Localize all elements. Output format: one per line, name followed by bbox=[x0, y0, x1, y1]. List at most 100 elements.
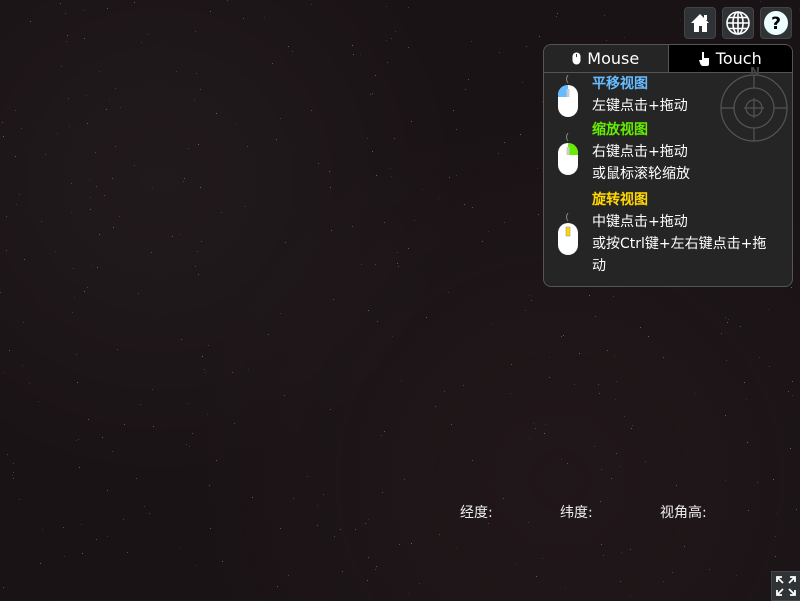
star bbox=[393, 137, 395, 139]
star bbox=[619, 580, 621, 582]
star bbox=[740, 326, 742, 328]
star bbox=[365, 523, 366, 525]
star bbox=[487, 523, 489, 525]
star bbox=[672, 572, 674, 574]
star bbox=[205, 371, 207, 373]
star bbox=[472, 207, 474, 209]
star bbox=[404, 479, 406, 481]
star bbox=[615, 398, 617, 400]
star bbox=[2, 587, 4, 589]
star bbox=[215, 112, 217, 114]
star bbox=[84, 37, 86, 39]
star bbox=[40, 563, 42, 565]
pan-instruction: 左键点击+拖动 bbox=[592, 98, 688, 114]
fullscreen-button[interactable] bbox=[771, 571, 800, 601]
star bbox=[438, 533, 440, 535]
star bbox=[75, 353, 77, 355]
star bbox=[63, 555, 65, 557]
star bbox=[306, 476, 308, 478]
star bbox=[601, 543, 603, 545]
star bbox=[199, 186, 201, 188]
star bbox=[264, 16, 266, 18]
compass-icon bbox=[720, 74, 788, 142]
star bbox=[60, 65, 62, 67]
star bbox=[374, 569, 376, 571]
tab-mouse[interactable]: Mouse bbox=[544, 45, 669, 72]
star bbox=[610, 477, 612, 479]
star bbox=[759, 1, 761, 3]
star bbox=[280, 528, 282, 530]
star bbox=[194, 30, 196, 32]
star bbox=[528, 521, 530, 523]
star bbox=[401, 379, 403, 381]
hand-pointer-icon bbox=[698, 52, 709, 66]
star bbox=[499, 51, 501, 53]
star bbox=[497, 152, 499, 154]
star bbox=[410, 542, 412, 544]
star bbox=[12, 474, 14, 476]
star bbox=[510, 363, 512, 365]
star bbox=[647, 336, 649, 338]
star bbox=[231, 371, 233, 373]
star bbox=[123, 424, 125, 426]
star bbox=[113, 226, 115, 228]
star bbox=[621, 551, 623, 553]
star bbox=[557, 12, 559, 14]
star bbox=[178, 546, 180, 548]
star bbox=[679, 18, 681, 20]
star bbox=[623, 36, 625, 38]
star bbox=[72, 311, 74, 313]
star bbox=[390, 38, 392, 40]
star bbox=[375, 75, 377, 77]
rotate-instruction-alt: 或按Ctrl键+左右键点击+拖 bbox=[592, 236, 767, 252]
star bbox=[137, 293, 139, 295]
star bbox=[176, 71, 178, 73]
star bbox=[555, 16, 557, 18]
star bbox=[443, 391, 445, 393]
star bbox=[2, 371, 4, 373]
scene-mode-button[interactable] bbox=[722, 7, 754, 39]
help-button[interactable]: ? bbox=[760, 7, 792, 39]
star bbox=[196, 251, 198, 252]
star bbox=[539, 35, 541, 37]
star bbox=[380, 435, 382, 437]
star bbox=[560, 459, 562, 461]
star bbox=[194, 99, 196, 101]
star bbox=[397, 251, 399, 253]
star bbox=[524, 310, 526, 312]
star bbox=[562, 335, 564, 337]
star bbox=[662, 357, 664, 359]
star bbox=[645, 460, 647, 462]
star bbox=[144, 506, 146, 508]
star bbox=[613, 355, 615, 357]
star bbox=[283, 394, 285, 396]
mouse-middle-button-icon bbox=[558, 213, 578, 255]
star bbox=[181, 339, 183, 341]
star bbox=[141, 42, 143, 44]
mouse-left-button-icon bbox=[558, 75, 578, 117]
star bbox=[630, 427, 632, 429]
star bbox=[468, 79, 470, 81]
star bbox=[41, 528, 43, 530]
tab-touch[interactable]: Touch bbox=[668, 45, 792, 72]
home-button[interactable] bbox=[684, 7, 716, 39]
star bbox=[390, 176, 392, 178]
star bbox=[198, 273, 200, 275]
star bbox=[73, 268, 75, 270]
star bbox=[603, 554, 605, 556]
star bbox=[83, 290, 85, 292]
star bbox=[233, 422, 235, 424]
star bbox=[188, 403, 190, 405]
star bbox=[352, 45, 354, 47]
star bbox=[317, 504, 319, 506]
star bbox=[96, 266, 98, 268]
star bbox=[101, 437, 103, 439]
star bbox=[537, 168, 539, 170]
star bbox=[21, 127, 23, 129]
star bbox=[195, 265, 197, 267]
star bbox=[387, 62, 389, 64]
star bbox=[676, 484, 678, 486]
star bbox=[735, 574, 737, 576]
star bbox=[448, 292, 450, 294]
star bbox=[251, 497, 253, 499]
